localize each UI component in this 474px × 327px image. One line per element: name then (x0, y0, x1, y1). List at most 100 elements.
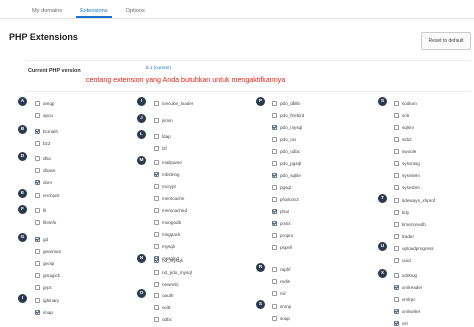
extension-checkbox[interactable] (154, 207, 159, 213)
extension-ssh2[interactable]: ssh2 (394, 135, 412, 143)
extension-odbc[interactable]: odbc (154, 315, 172, 323)
extension-checkbox[interactable] (35, 208, 40, 213)
extension-checkbox[interactable] (394, 284, 399, 290)
extension-trader[interactable]: trader (394, 232, 414, 240)
extension-fileinfo[interactable]: fileinfo (35, 219, 56, 227)
extension-phalcon3[interactable]: phalcon3 (272, 195, 299, 203)
extension-mailparse[interactable]: mailparse (154, 158, 182, 166)
extension-checkbox[interactable] (272, 136, 277, 142)
extension-ioncube-loader[interactable]: ioncube_loader (154, 99, 193, 107)
extension-checkbox[interactable] (394, 100, 399, 106)
extension-redis[interactable]: redis (272, 277, 290, 285)
extension-checkbox[interactable] (35, 192, 40, 198)
extension-checkbox[interactable] (394, 272, 399, 278)
extension-xmlreader[interactable]: xmlreader (394, 283, 422, 291)
extension-tidy[interactable]: tidy (394, 208, 409, 216)
extension-checkbox[interactable] (394, 112, 399, 118)
extension-pdo-pgsql[interactable]: pdo_pgsql (272, 159, 301, 167)
extension-oci8[interactable]: oci8 (154, 303, 170, 311)
extension-checkbox[interactable] (272, 220, 277, 226)
extension-xmlrpc[interactable]: xmlrpc (394, 295, 416, 303)
extension-pdo-mysql[interactable]: pdo_mysql (272, 123, 302, 131)
extension-checkbox[interactable] (35, 100, 40, 106)
extension-sysvmsg[interactable]: sysvmsg (394, 159, 420, 167)
extension-mcrypt[interactable]: mcrypt (154, 182, 176, 190)
extension-dbase[interactable]: dbase (35, 166, 56, 174)
extension-checkbox[interactable] (272, 303, 277, 309)
extension-bcmath[interactable]: bcmath (35, 127, 58, 135)
extension-raphf[interactable]: raphf (272, 265, 290, 273)
extension-checkbox[interactable] (394, 296, 399, 302)
extension-swoole[interactable]: swoole (394, 147, 416, 155)
extension-mongodb[interactable]: mongodb (154, 218, 181, 226)
extension-geoip[interactable]: geoip (35, 259, 54, 267)
extension-checkbox[interactable] (154, 281, 159, 287)
extension-solr[interactable]: solr (394, 111, 409, 119)
extension-checkbox[interactable] (272, 124, 277, 130)
extension-amqp[interactable]: amqp (35, 99, 55, 107)
extension-checkbox[interactable] (394, 184, 399, 190)
extension-checkbox[interactable] (154, 133, 159, 139)
extension-checkbox[interactable] (35, 179, 40, 185)
extension-checkbox[interactable] (154, 183, 159, 189)
extension-memcached[interactable]: memcached (154, 206, 187, 214)
extension-sysvshm[interactable]: sysvshm (394, 183, 420, 191)
extension-timezonedb[interactable]: timezonedb (394, 220, 426, 228)
extension-checkbox[interactable] (35, 284, 40, 290)
extension-gearman[interactable]: gearman (35, 247, 61, 255)
extension-posix[interactable]: posix (272, 219, 291, 227)
extension-enchant[interactable]: enchant (35, 191, 59, 199)
extension-apcu[interactable]: apcu (35, 111, 53, 119)
extension-nd-mysqli[interactable]: nd_mysqli (154, 256, 183, 264)
extension-checkbox[interactable] (272, 208, 277, 214)
extension-checkbox[interactable] (154, 145, 159, 151)
extension-pgsql[interactable]: pgsql (272, 183, 291, 191)
extension-ldap[interactable]: ldap (154, 132, 171, 140)
extension-pdo-dblib[interactable]: pdo_dblib (272, 99, 300, 107)
extension-checkbox[interactable] (272, 112, 277, 118)
extension-pdo-odbc[interactable]: pdo_odbc (272, 147, 300, 155)
extension-mbstring[interactable]: mbstring (154, 170, 180, 178)
extension-checkbox[interactable] (154, 171, 159, 177)
extension-memcache[interactable]: memcache (154, 194, 184, 202)
extension-tideways-xhprof[interactable]: tideways_xhprof (394, 196, 435, 204)
extension-propro[interactable]: propro (272, 231, 293, 239)
extension-gd[interactable]: gd (35, 235, 48, 243)
extension-checkbox[interactable] (394, 124, 399, 130)
extension-checkbox[interactable] (394, 257, 399, 263)
extension-dom[interactable]: dom (35, 178, 52, 186)
extension-soap[interactable]: soap (272, 314, 290, 322)
extension-pspell[interactable]: pspell (272, 243, 292, 251)
extension-checkbox[interactable] (35, 155, 40, 161)
extension-checkbox[interactable] (272, 160, 277, 166)
extension-bz2[interactable]: bz2 (35, 139, 50, 147)
extension-checkbox[interactable] (35, 220, 40, 225)
extension-pdo-firebird[interactable]: pdo_firebird (272, 111, 304, 119)
extension-grpc[interactable]: grpc (35, 283, 52, 291)
extension-checkbox[interactable] (272, 244, 277, 250)
extension-xsl[interactable]: xsl (394, 319, 408, 327)
extension-dba[interactable]: dba (35, 154, 51, 162)
extension-checkbox[interactable] (154, 269, 159, 275)
extension-checkbox[interactable] (394, 148, 399, 154)
extension-checkbox[interactable] (154, 159, 159, 165)
extension-phar[interactable]: phar (272, 207, 289, 215)
extension-checkbox[interactable] (394, 320, 399, 326)
extension-checkbox[interactable] (272, 196, 277, 202)
extension-checkbox[interactable] (394, 136, 399, 142)
extension-msgpack[interactable]: msgpack (154, 230, 180, 238)
extension-checkbox[interactable] (272, 232, 277, 238)
extension-nd-pdo-mysql[interactable]: nd_pdo_mysql (154, 268, 192, 276)
extension-checkbox[interactable] (35, 297, 40, 303)
extension-lzf[interactable]: lzf (154, 144, 167, 152)
extension-checkbox[interactable] (35, 309, 40, 315)
extension-snmp[interactable]: snmp (272, 302, 291, 310)
extension-checkbox[interactable] (272, 148, 277, 154)
extension-checkbox[interactable] (154, 231, 159, 237)
extension-checkbox[interactable] (272, 290, 277, 296)
extension-checkbox[interactable] (154, 100, 159, 106)
extension-oauth[interactable]: oauth (154, 291, 174, 299)
extension-checkbox[interactable] (272, 184, 277, 190)
extension-checkbox[interactable] (394, 221, 399, 227)
extension-gmagick[interactable]: gmagick (35, 271, 60, 279)
